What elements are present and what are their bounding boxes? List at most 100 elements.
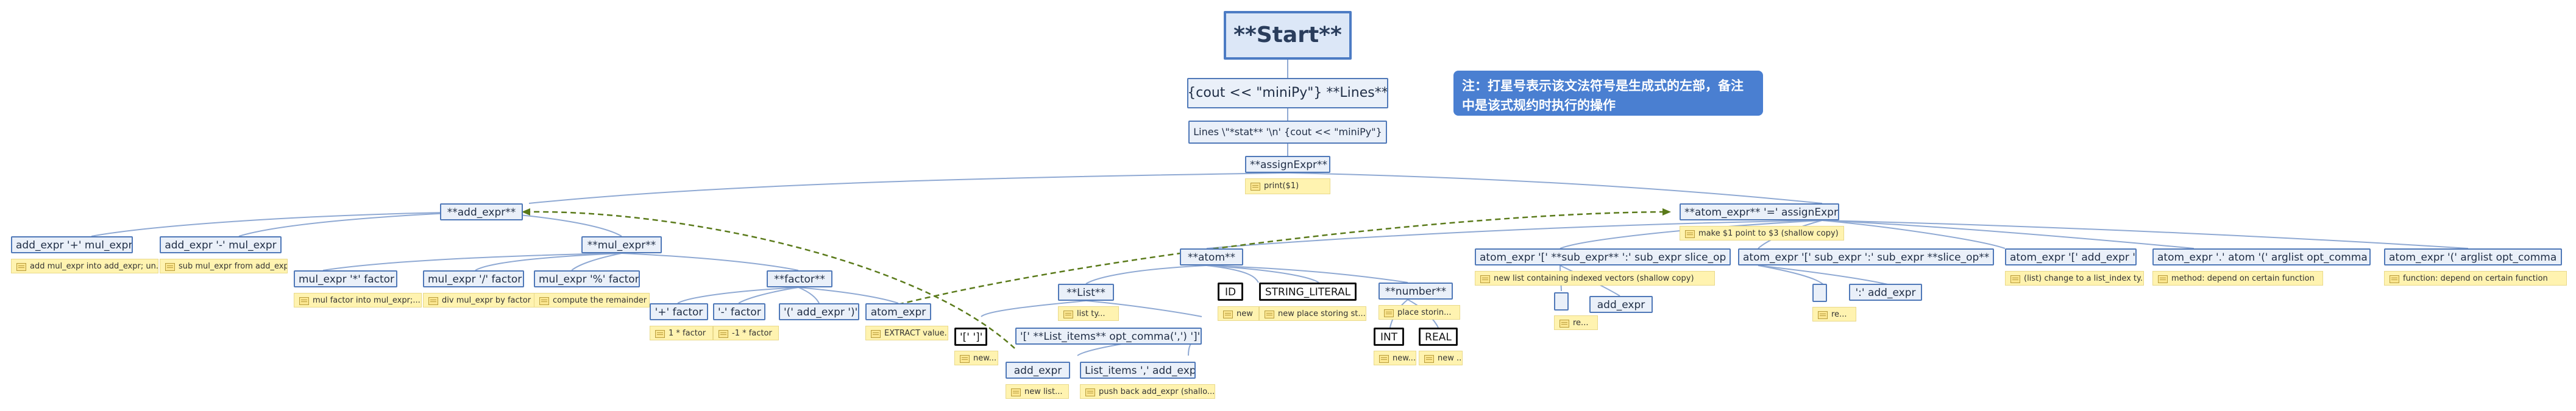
note-mul-times: mul factor into mul_expr;... — [294, 293, 422, 307]
note-text: -1 * factor — [732, 329, 772, 338]
legend-callout: 注：打星号表示该文法符号是生成式的左部，备注 中是该式规约时执行的操作 — [1453, 71, 1763, 116]
node-slice-blank[interactable] — [1812, 284, 1827, 302]
node-f-plus[interactable]: '+' factor — [650, 303, 708, 320]
node-sub-blank[interactable] — [1554, 292, 1569, 311]
edge-ae-4 — [1822, 220, 2195, 249]
note-mul-mod: compute the remainder — [534, 293, 650, 307]
edge-mul-div — [475, 253, 622, 271]
note-icon — [719, 330, 728, 338]
edge-factor-plus — [677, 287, 799, 304]
callout-line-1: 注：打星号表示该文法符号是生成式的左部，备注 — [1462, 79, 1744, 93]
note-text: list ty... — [1077, 309, 1105, 318]
note-f-atom: EXTRACT value... — [865, 326, 948, 340]
note-text: add mul_expr into add_expr; un... — [30, 262, 158, 271]
callout-line-2: 中是该式规约时执行的操作 — [1462, 97, 1616, 113]
note-text: new... — [973, 354, 997, 363]
node-number[interactable]: **number** — [1378, 283, 1453, 300]
node-assign[interactable]: **assignExpr** — [1245, 156, 1330, 173]
node-le-add[interactable]: add_expr — [1006, 362, 1070, 379]
note-icon — [16, 263, 26, 271]
node-mul-div[interactable]: mul_expr '/' factor — [423, 270, 524, 287]
edge-assign-add — [528, 172, 1288, 204]
note-icon — [165, 263, 175, 271]
note-text: new — [1237, 309, 1253, 318]
note-print: print($1) — [1245, 178, 1330, 194]
note-text: place storin... — [1397, 308, 1452, 317]
node-real[interactable]: REAL — [1419, 328, 1458, 346]
note-li-comma: push back add_expr (shallo... — [1080, 384, 1215, 399]
node-brackets[interactable]: '[' ']' — [954, 328, 987, 346]
node-atom-expr[interactable]: **atom_expr** '=' assignExpr — [1680, 203, 1839, 220]
node-ae1[interactable]: atom_expr '[' **sub_expr** ':' sub_expr … — [1475, 248, 1731, 265]
node-li-comma[interactable]: List_items ',' add_expr — [1080, 362, 1196, 379]
node-ae4[interactable]: atom_expr '.' atom '(' arglist opt_comma… — [2152, 248, 2371, 265]
note-icon — [1685, 230, 1695, 238]
connector-layer — [91, 60, 2469, 356]
note-icon — [2158, 275, 2168, 283]
note-icon — [960, 355, 970, 363]
node-f-atom[interactable]: atom_expr — [865, 303, 931, 320]
note-text: re... — [1831, 310, 1847, 319]
note-text: make $1 point to $3 (shallow copy) — [1698, 229, 1839, 238]
note-icon — [1559, 320, 1569, 328]
node-lines[interactable]: Lines \"*stat** '\n' {cout << "miniPy"} — [1188, 121, 1387, 144]
node-cout-lines[interactable]: {cout << "miniPy"} **Lines** — [1187, 78, 1388, 108]
node-slice-add[interactable]: ':' add_expr — [1849, 284, 1922, 301]
note-slice-blank: re... — [1812, 307, 1856, 321]
note-icon — [1818, 311, 1828, 319]
node-mul-mod[interactable]: mul_expr '%' factor — [534, 270, 640, 287]
note-icon — [1480, 275, 1490, 283]
node-ae2[interactable]: atom_expr '[' sub_expr ':' sub_expr **sl… — [1738, 248, 1994, 265]
node-mul-expr[interactable]: **mul_expr** — [581, 236, 662, 253]
note-icon — [1265, 311, 1274, 318]
note-number: place storin... — [1378, 305, 1460, 320]
node-sub-add[interactable]: add_expr — [1589, 296, 1653, 313]
note-text: 1 * factor — [669, 329, 706, 338]
note-text: compute the remainder — [553, 296, 647, 305]
node-ae3[interactable]: atom_expr '[' add_expr ']' — [2005, 248, 2137, 265]
note-text: new... — [1393, 354, 1416, 363]
note-ae1: new list containing indexed vectors (sha… — [1475, 271, 1715, 286]
note-ae4: method: depend on certain function — [2152, 271, 2323, 286]
node-add-expr[interactable]: **add_expr** — [440, 203, 523, 220]
note-id: new — [1218, 306, 1259, 321]
note-ae5: function: depend on certain function — [2384, 271, 2567, 286]
node-add-plus[interactable]: add_expr '+' mul_expr — [11, 236, 133, 253]
node-list[interactable]: **List** — [1058, 284, 1114, 301]
note-text: sub mul_expr from add_expr — [179, 262, 288, 271]
note-make: make $1 point to $3 (shallow copy) — [1680, 226, 1844, 241]
note-icon — [871, 330, 881, 338]
node-f-paren[interactable]: '(' add_expr ')' — [779, 303, 859, 320]
node-mul-times[interactable]: mul_expr '*' factor — [294, 270, 397, 287]
note-icon — [299, 297, 309, 305]
note-icon — [1379, 355, 1389, 363]
node-start[interactable]: **Start** — [1224, 11, 1352, 60]
arrowhead-atomexpr — [1662, 208, 1671, 216]
note-text: print($1) — [1264, 181, 1299, 191]
note-icon — [655, 330, 665, 338]
arrowhead-add — [522, 208, 530, 216]
note-text: new list... — [1024, 387, 1063, 396]
node-add-minus[interactable]: add_expr '-' mul_expr — [160, 236, 282, 253]
node-f-minus[interactable]: '-' factor — [713, 303, 765, 320]
note-icon — [1085, 388, 1095, 396]
edge-atom-list — [1085, 265, 1207, 284]
note-text: re... — [1573, 318, 1589, 328]
node-factor[interactable]: **factor** — [767, 270, 832, 287]
note-text: EXTRACT value... — [884, 329, 948, 338]
node-int[interactable]: INT — [1374, 328, 1404, 346]
node-list-items-brackets[interactable]: '[' **List_items** opt_comma(',') ']' — [1015, 328, 1202, 345]
node-string[interactable]: STRING_LITERAL — [1259, 283, 1357, 301]
note-icon — [539, 297, 549, 305]
node-id[interactable]: ID — [1218, 283, 1243, 301]
node-atom[interactable]: **atom** — [1180, 248, 1243, 265]
note-icon — [1251, 183, 1260, 191]
note-int: new... — [1374, 351, 1416, 365]
note-icon — [1424, 355, 1434, 363]
note-text: new place storing st... — [1278, 309, 1366, 318]
note-string: new place storing st... — [1259, 306, 1366, 321]
node-ae5[interactable]: atom_expr '(' arglist opt_comma ')' — [2384, 248, 2562, 265]
note-icon — [428, 297, 438, 305]
note-brackets: new... — [954, 351, 998, 365]
note-real: new ... — [1419, 351, 1463, 365]
